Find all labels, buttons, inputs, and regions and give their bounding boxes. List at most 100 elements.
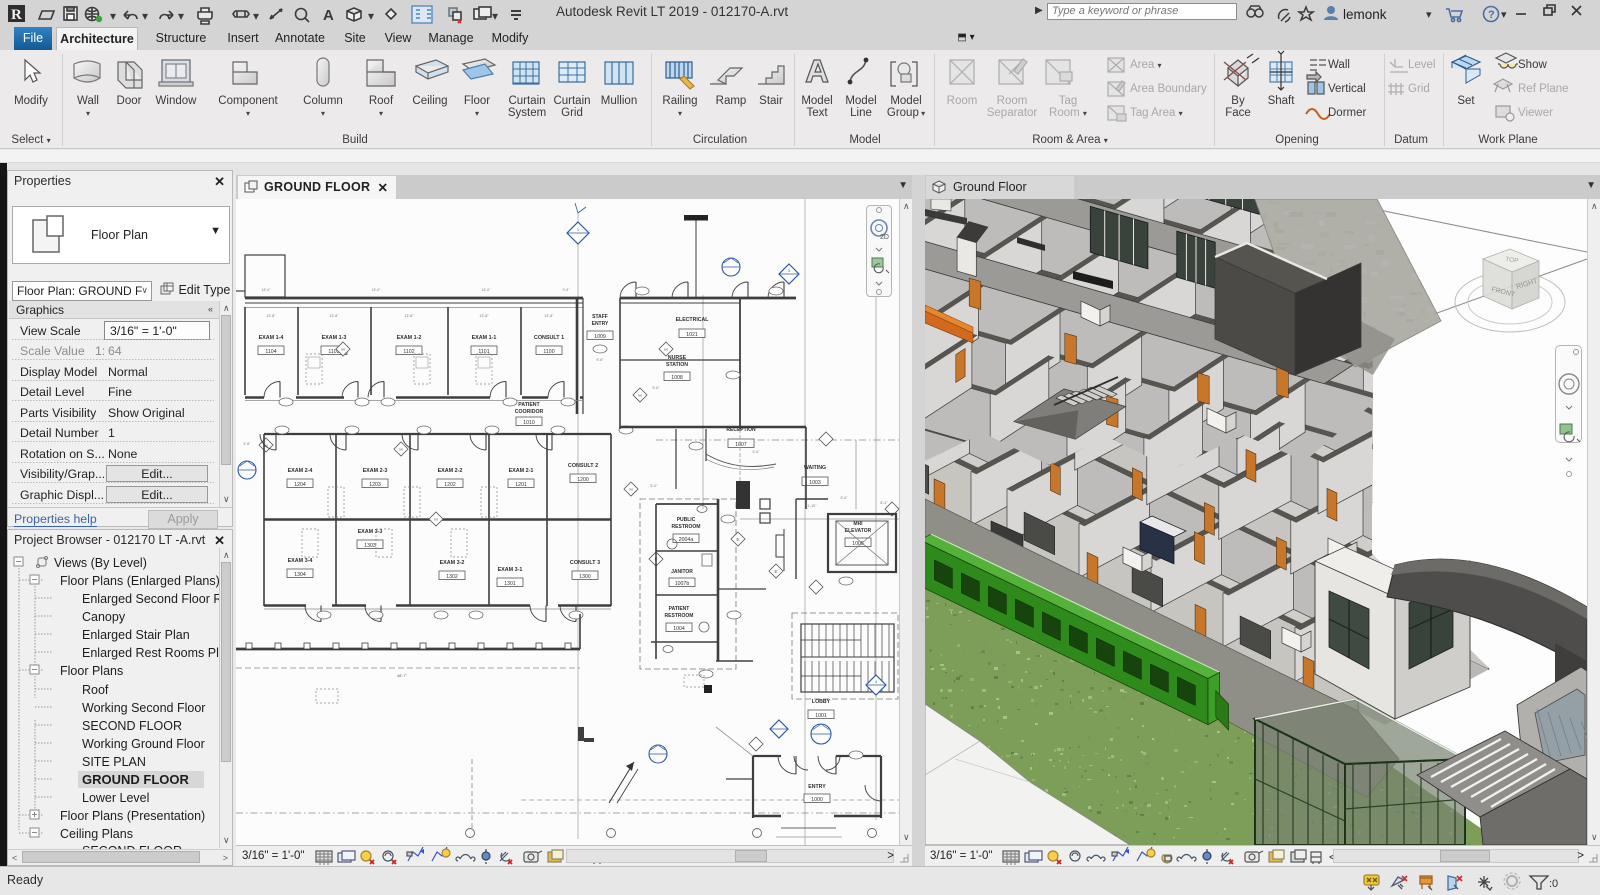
svg-text:1007: 1007: [735, 442, 747, 448]
svg-text:H: H: [434, 517, 437, 522]
svg-text:1202: 1202: [444, 482, 456, 488]
svg-text:1200: 1200: [577, 477, 589, 483]
svg-text:1009: 1009: [594, 334, 606, 340]
svg-text:LOBBY: LOBBY: [812, 699, 831, 705]
svg-text:1007b: 1007b: [675, 581, 690, 587]
svg-text:2D: 2D: [880, 234, 889, 241]
svg-text:Roof: Roof: [82, 683, 109, 697]
svg-text:1302: 1302: [446, 574, 458, 580]
svg-text:COORIDOR: COORIDOR: [515, 409, 544, 415]
svg-text:SECOND FLOOR: SECOND FLOOR: [82, 719, 182, 733]
svg-text:MRI: MRI: [853, 521, 863, 527]
svg-text:18'-6": 18'-6": [482, 288, 492, 292]
svg-text:▾: ▾: [1426, 9, 1432, 21]
svg-text:CONSULT 1: CONSULT 1: [534, 335, 564, 341]
svg-text:STATION: STATION: [666, 362, 688, 368]
svg-text:CONSULT 2: CONSULT 2: [568, 463, 598, 469]
svg-text:ENTRY: ENTRY: [808, 784, 826, 790]
svg-text:EXAM 2-4: EXAM 2-4: [288, 468, 313, 474]
svg-text:1004: 1004: [673, 626, 685, 632]
svg-text:Enlarged Stair Plan: Enlarged Stair Plan: [82, 628, 190, 642]
svg-text:1201: 1201: [515, 482, 527, 488]
svg-text:H: H: [399, 447, 402, 452]
svg-text:1204: 1204: [294, 482, 306, 488]
svg-text:RESTROOM: RESTROOM: [672, 524, 701, 530]
svg-text:48'-7": 48'-7": [397, 673, 408, 678]
svg-text:EXAM 2-2: EXAM 2-2: [438, 468, 463, 474]
svg-text:9'-8": 9'-8": [563, 288, 571, 292]
svg-text:NURSE: NURSE: [668, 355, 687, 361]
svg-text:18'-6": 18'-6": [262, 288, 272, 292]
svg-text:R: R: [11, 7, 22, 23]
svg-text:EXAM 3-4: EXAM 3-4: [288, 558, 313, 564]
svg-text:EXAM 3-1: EXAM 3-1: [498, 567, 523, 573]
svg-text:Floor Plans (Presentation): Floor Plans (Presentation): [60, 809, 205, 823]
svg-text:11'-10": 11'-10": [806, 504, 818, 508]
svg-text:1021: 1021: [686, 332, 698, 338]
svg-text:13'-8": 13'-8": [266, 314, 276, 318]
svg-text:▾: ▾: [110, 9, 116, 23]
svg-text:2004a: 2004a: [679, 537, 694, 543]
svg-text:1100: 1100: [543, 349, 554, 355]
svg-text:▾: ▾: [492, 9, 498, 23]
svg-text:▾: ▾: [368, 9, 374, 23]
svg-text:RESTROOM: RESTROOM: [665, 613, 694, 619]
svg-text:?: ?: [1488, 9, 1495, 21]
svg-text:ELECTRICAL: ELECTRICAL: [676, 317, 710, 323]
svg-text:▾: ▾: [142, 9, 148, 23]
svg-text:9'-6": 9'-6": [243, 442, 251, 446]
svg-text:Lower Level: Lower Level: [82, 791, 149, 805]
svg-text:Floor Plans (Enlarged Plans): Floor Plans (Enlarged Plans): [60, 574, 220, 588]
svg-text:PATIENT: PATIENT: [518, 402, 540, 408]
svg-text:EXAM 3-2: EXAM 3-2: [440, 560, 465, 566]
svg-text:1303: 1303: [364, 543, 376, 549]
svg-text:8'-3": 8'-3": [880, 501, 888, 505]
svg-text:H: H: [341, 347, 344, 352]
svg-text:1300: 1300: [579, 574, 591, 580]
svg-text:1008: 1008: [671, 375, 683, 381]
svg-text:CONSULT 3: CONSULT 3: [570, 560, 600, 566]
svg-text:1203: 1203: [369, 482, 381, 488]
svg-text:8'-6": 8'-6": [841, 496, 849, 500]
svg-text:Floor Plans: Floor Plans: [60, 664, 123, 678]
svg-text:ELEVATOR: ELEVATOR: [845, 528, 872, 534]
svg-text:13'-8": 13'-8": [544, 314, 554, 318]
svg-text:A: A: [323, 7, 334, 24]
svg-text:13'-8": 13'-8": [479, 314, 489, 318]
svg-text:1102: 1102: [403, 349, 414, 355]
svg-text:9'-6": 9'-6": [652, 386, 660, 390]
svg-text:EXAM 1-4: EXAM 1-4: [259, 335, 284, 341]
svg-text:1001: 1001: [815, 713, 827, 719]
svg-text:EXAM 1-2: EXAM 1-2: [397, 335, 422, 341]
svg-text:1003: 1003: [809, 480, 821, 486]
svg-text:GROUND FLOOR: GROUND FLOOR: [82, 772, 189, 787]
svg-text:1000: 1000: [811, 797, 823, 803]
svg-text:18'-6": 18'-6": [372, 288, 382, 292]
svg-text:H: H: [638, 393, 641, 398]
svg-text:EXAM 2-3: EXAM 2-3: [363, 468, 388, 474]
svg-text:EXAM 1-3: EXAM 1-3: [322, 335, 347, 341]
svg-text:1010: 1010: [523, 420, 535, 426]
svg-text:STAFF: STAFF: [592, 314, 608, 320]
svg-text:WAITING: WAITING: [804, 465, 826, 471]
svg-text::0: :0: [1549, 878, 1558, 890]
svg-text:EXAM 2-1: EXAM 2-1: [509, 468, 534, 474]
svg-text:RECEPTION: RECEPTION: [726, 427, 756, 433]
svg-text:▾: ▾: [1501, 9, 1507, 21]
svg-text:13'-8": 13'-8": [404, 314, 414, 318]
svg-text:SITE PLAN: SITE PLAN: [82, 755, 146, 769]
svg-text:9'-6": 9'-6": [596, 358, 604, 362]
svg-text:H: H: [629, 487, 632, 492]
svg-text:9'-6": 9'-6": [753, 450, 761, 454]
svg-text:▾: ▾: [253, 9, 259, 23]
svg-text:H: H: [664, 347, 667, 352]
svg-text:PATIENT: PATIENT: [669, 606, 690, 612]
svg-text:JANITOR: JANITOR: [671, 569, 693, 575]
svg-text:Canopy: Canopy: [82, 610, 126, 624]
svg-text:▾: ▾: [178, 9, 184, 23]
svg-text:Working Ground Floor: Working Ground Floor: [82, 737, 205, 751]
svg-text:1104: 1104: [265, 349, 276, 355]
svg-text:ENTRY: ENTRY: [592, 321, 609, 327]
svg-text:Enlarged Second Floor R: Enlarged Second Floor R: [82, 592, 220, 606]
svg-text:EXAM 1-1: EXAM 1-1: [472, 335, 497, 341]
